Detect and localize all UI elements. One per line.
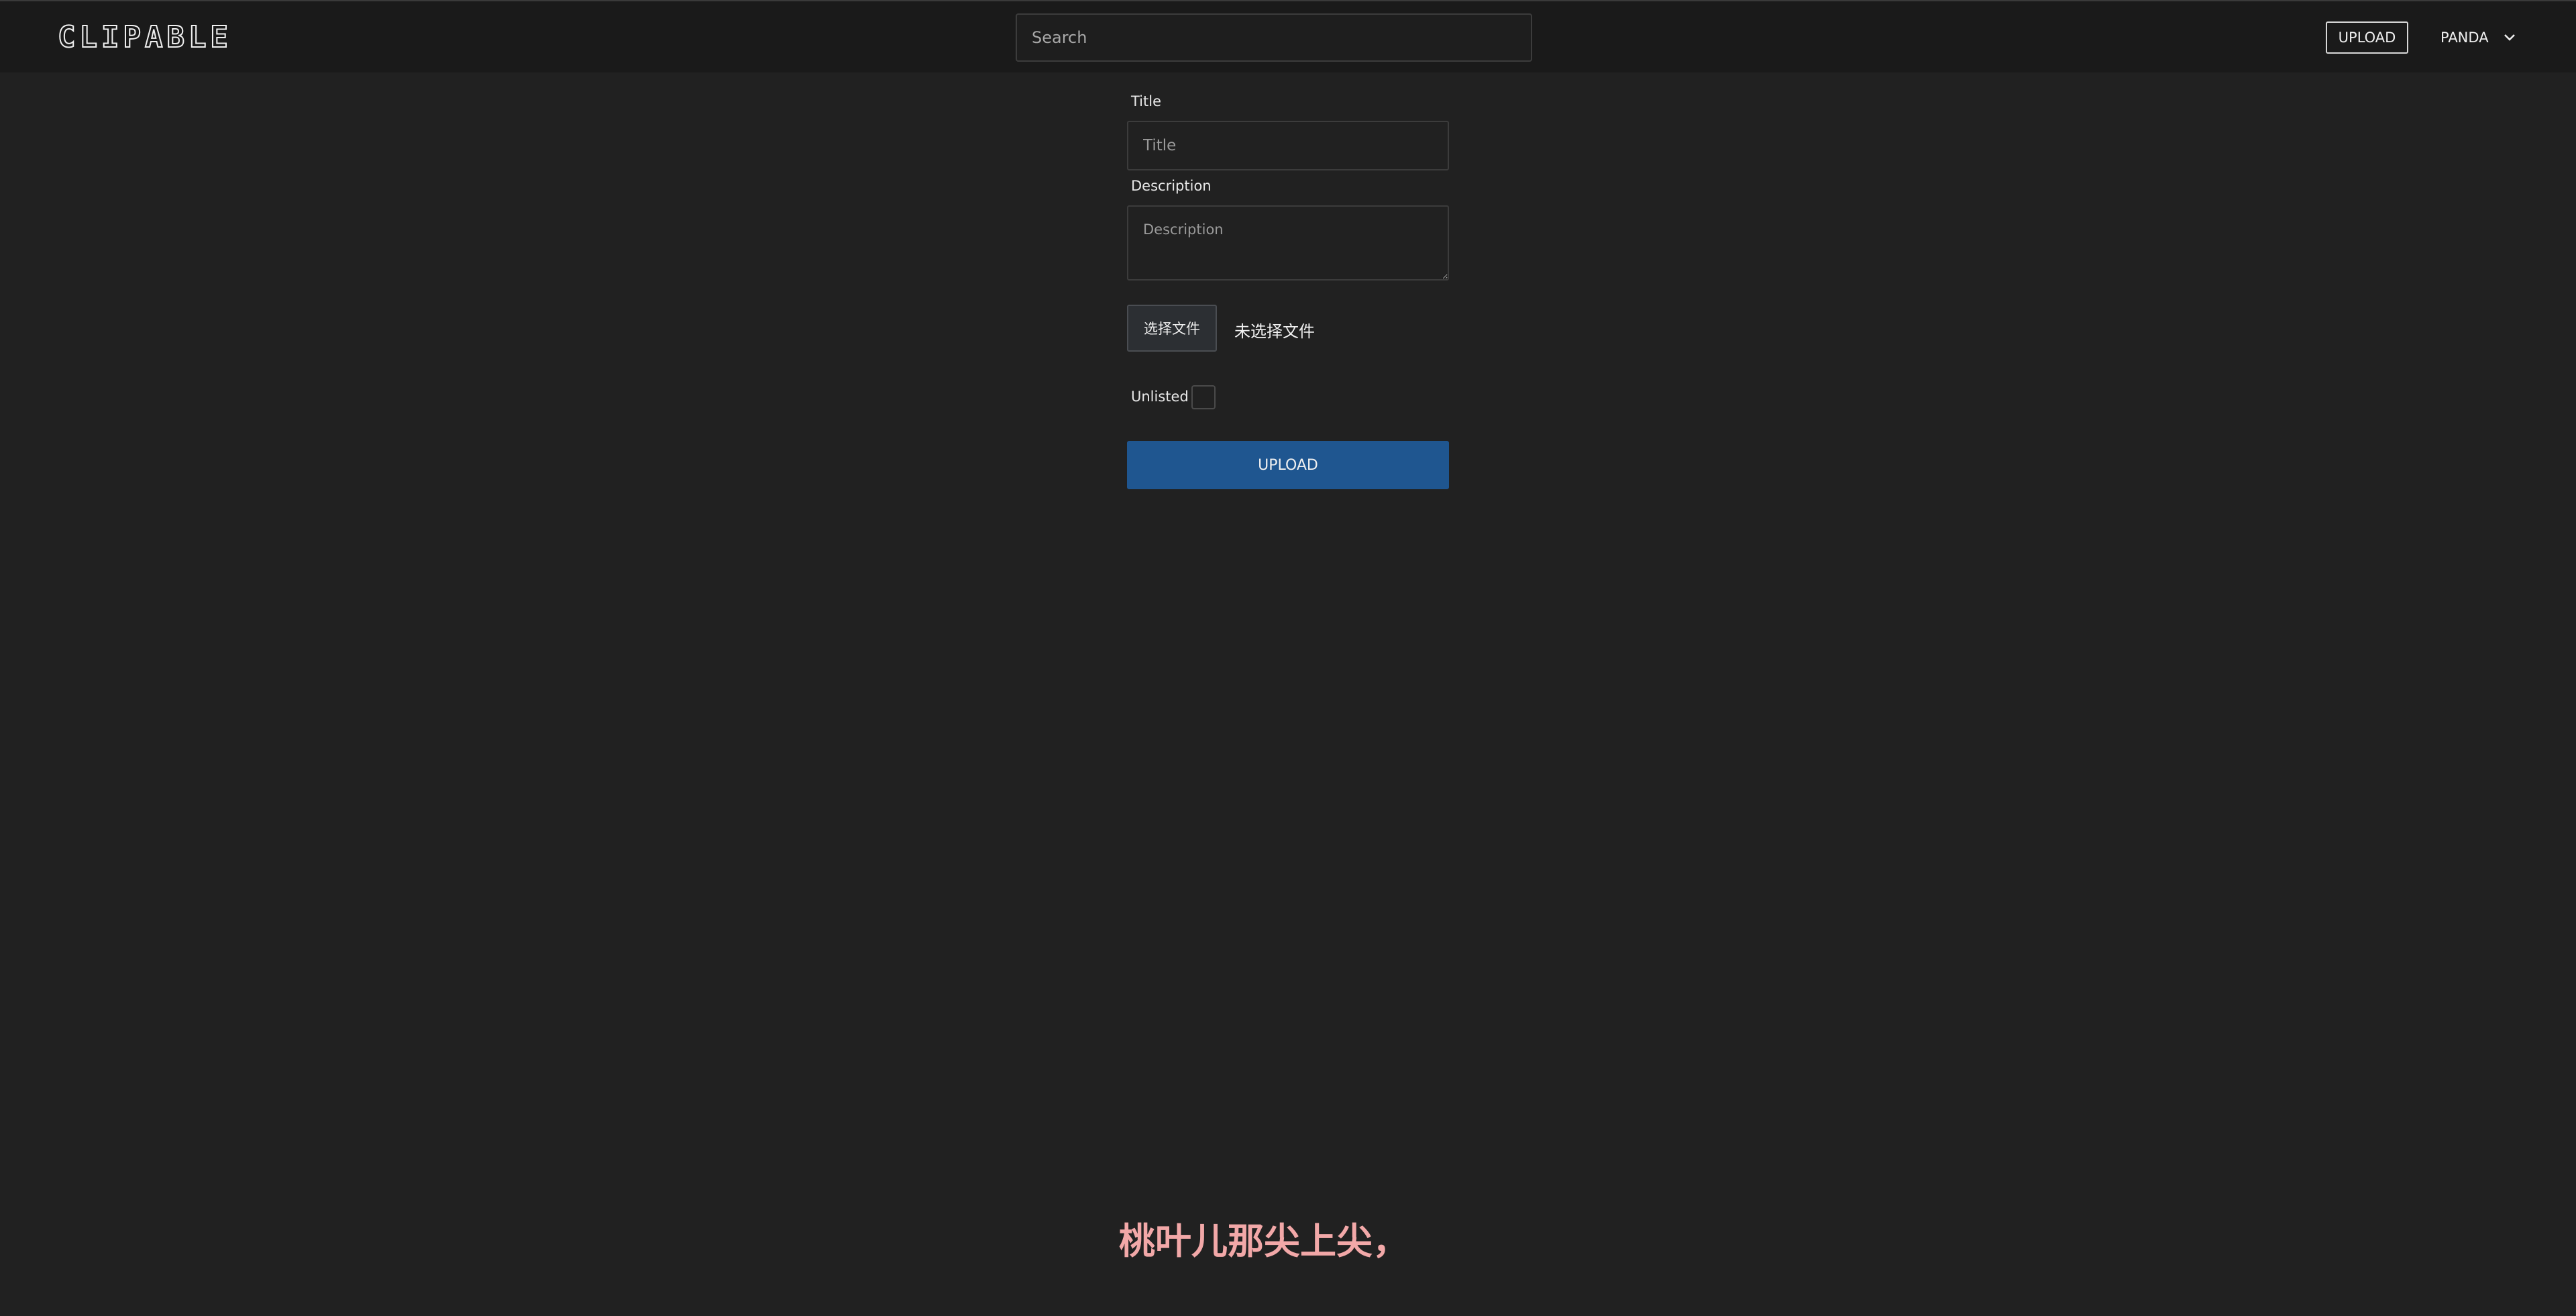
choose-file-button[interactable]: 选择文件 bbox=[1127, 305, 1217, 352]
title-label: Title bbox=[1131, 93, 1162, 109]
username-label: PANDA bbox=[2440, 30, 2489, 46]
chevron-down-icon bbox=[2504, 34, 2515, 41]
nav-upload-button[interactable]: UPLOAD bbox=[2326, 21, 2408, 54]
file-status-text: 未选择文件 bbox=[1234, 322, 1315, 341]
submit-upload-button[interactable]: UPLOAD bbox=[1127, 441, 1449, 489]
user-menu[interactable]: PANDA bbox=[2440, 21, 2516, 54]
clipable-logo[interactable]: CLIPABLE bbox=[57, 21, 232, 54]
unlisted-checkbox[interactable] bbox=[1191, 385, 1216, 409]
unlisted-label: Unlisted bbox=[1131, 389, 1189, 405]
search-input[interactable] bbox=[1016, 13, 1532, 62]
top-navbar: CLIPABLE UPLOAD PANDA bbox=[0, 0, 2576, 72]
title-input[interactable] bbox=[1127, 121, 1449, 170]
description-label: Description bbox=[1131, 178, 1212, 194]
video-subtitle-overlay: 桃叶儿那尖上尖， bbox=[1119, 1220, 1409, 1262]
description-textarea[interactable] bbox=[1127, 205, 1449, 281]
